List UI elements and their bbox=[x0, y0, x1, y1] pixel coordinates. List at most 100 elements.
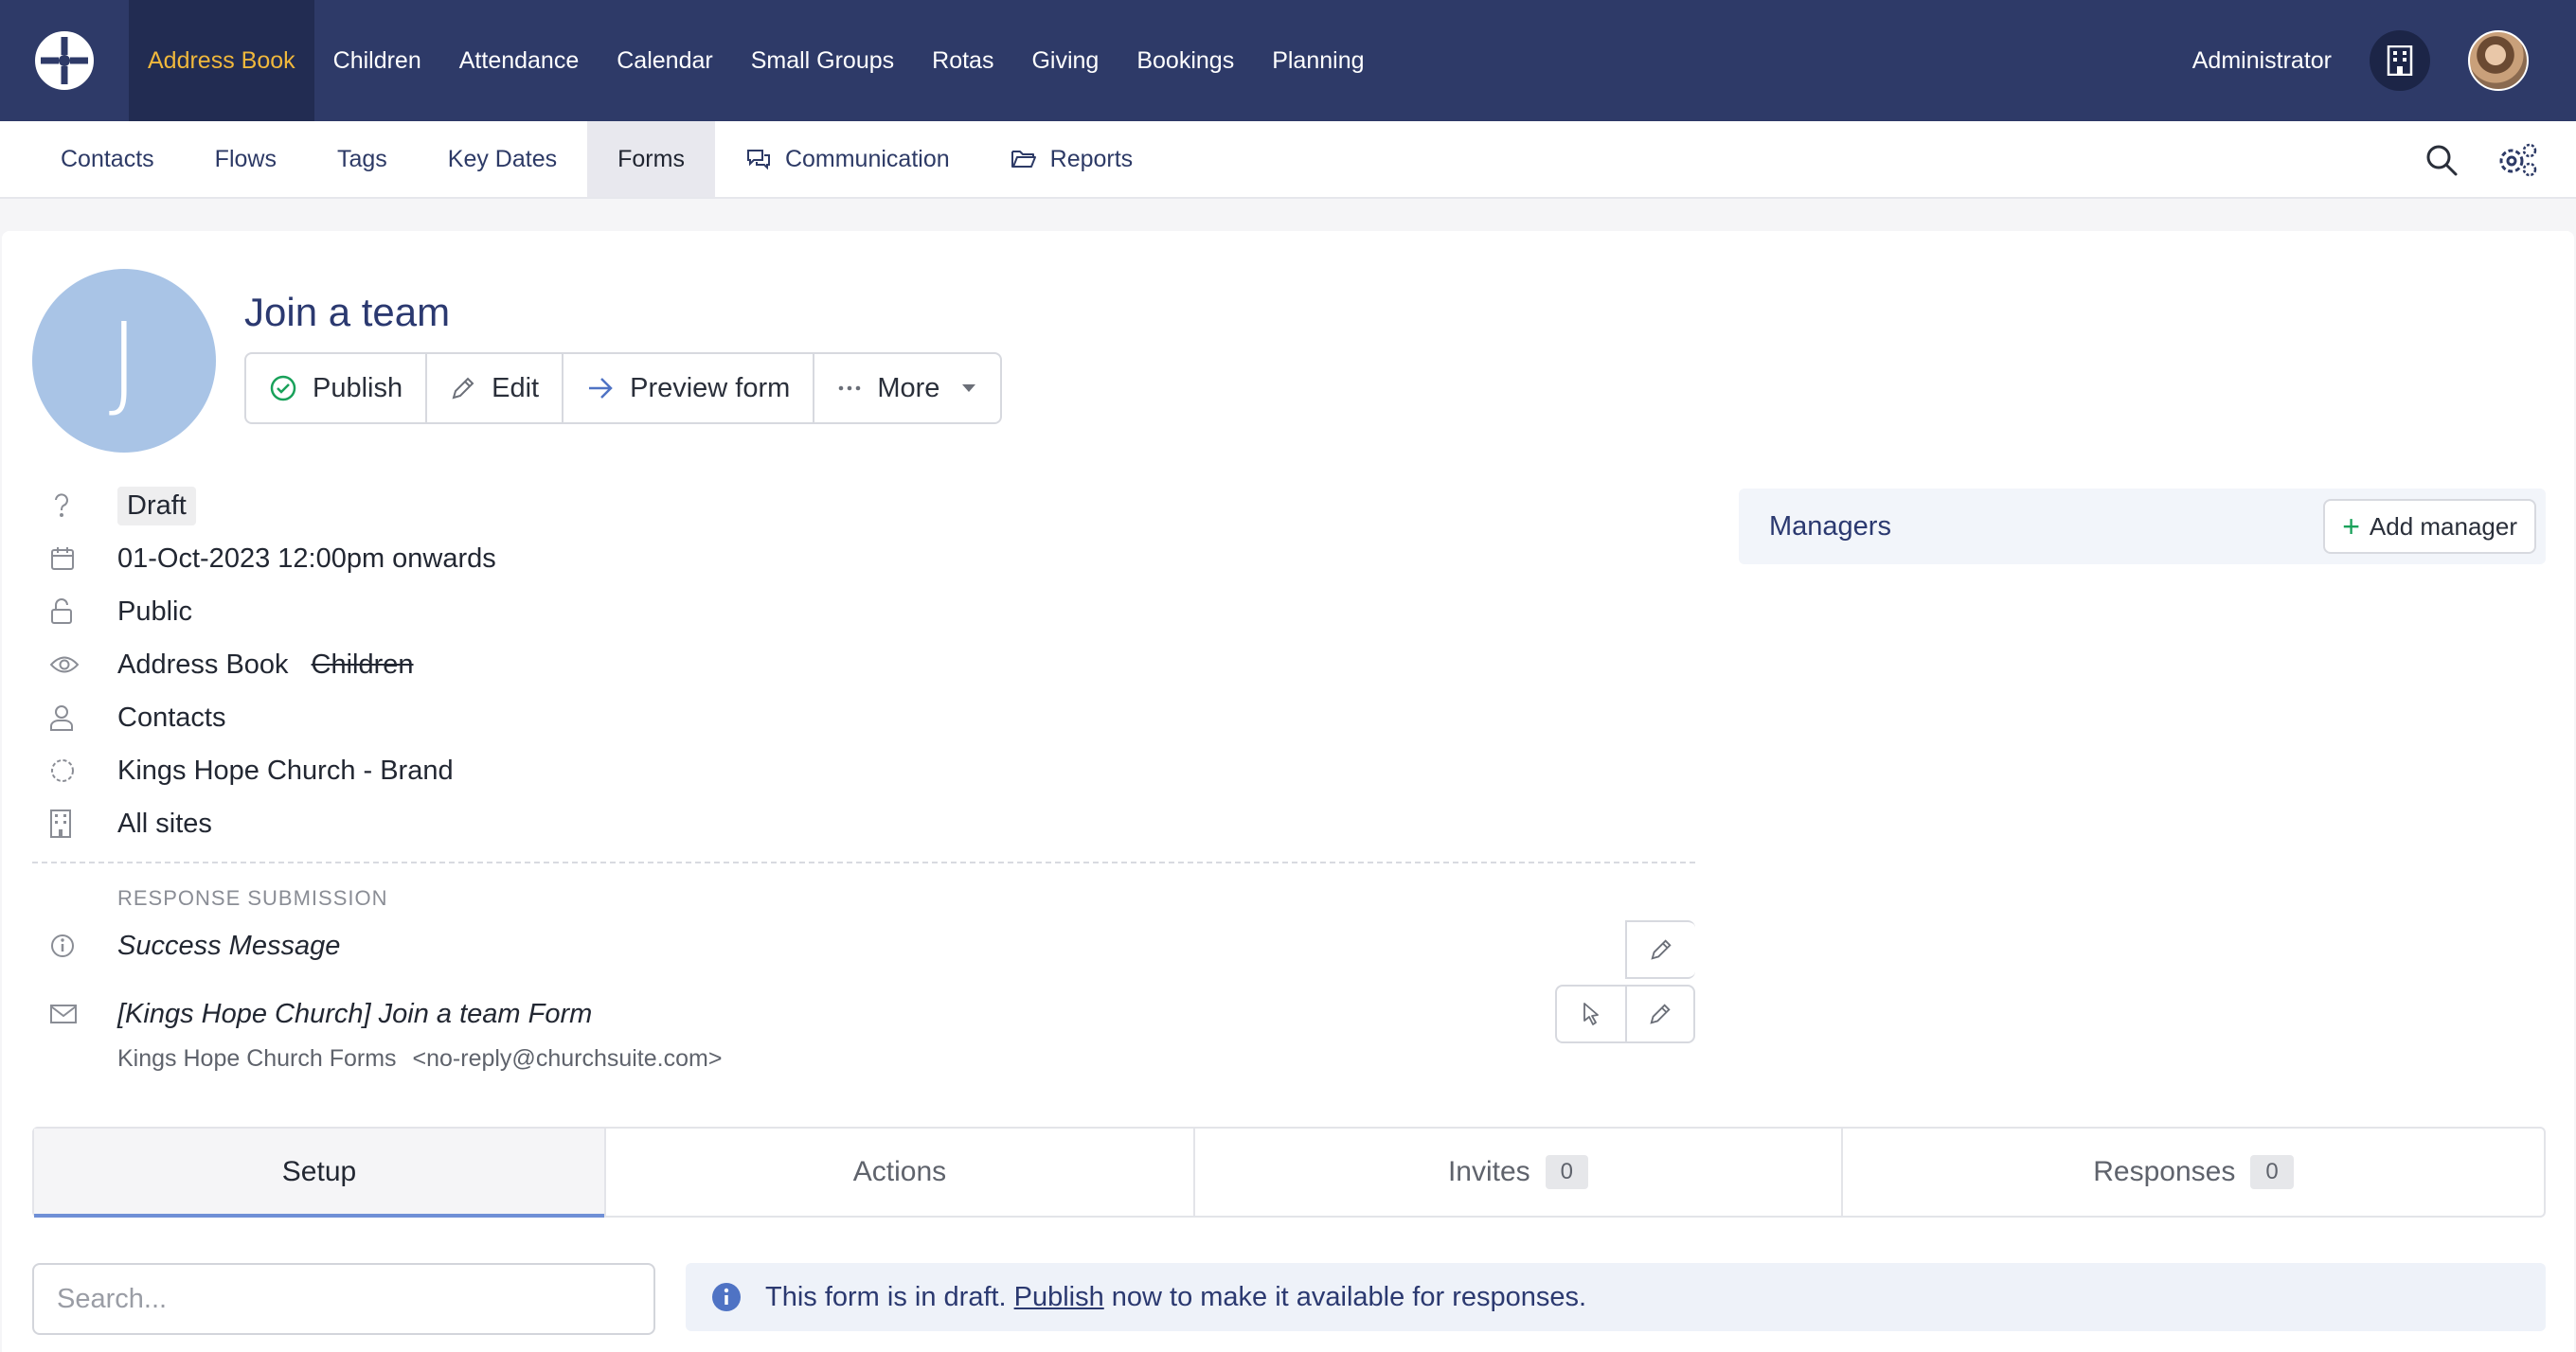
site-switcher-button[interactable] bbox=[2370, 30, 2430, 91]
invites-count-badge: 0 bbox=[1545, 1155, 1589, 1189]
building-icon bbox=[2387, 45, 2413, 76]
subnav-flows[interactable]: Flows bbox=[185, 121, 307, 197]
form-details-list: Draft 01-Oct-2023 12:00pm onwards Public… bbox=[32, 479, 1695, 1073]
nav-address-book[interactable]: Address Book bbox=[129, 0, 314, 121]
email-sender-address: <no-reply@churchsuite.com> bbox=[412, 1045, 723, 1072]
form-avatar: J bbox=[32, 269, 216, 453]
preview-form-button[interactable]: Preview form bbox=[564, 354, 815, 422]
subnav-forms[interactable]: Forms bbox=[587, 121, 715, 197]
brand-suffix: - Brand bbox=[363, 755, 454, 786]
email-sender-name: Kings Hope Church Forms bbox=[117, 1045, 397, 1072]
search-icon[interactable] bbox=[2424, 143, 2459, 177]
banner-publish-link[interactable]: Publish bbox=[1014, 1282, 1104, 1313]
form-audience: Contacts bbox=[117, 702, 226, 733]
form-visibility: Public bbox=[117, 596, 192, 627]
managers-panel: Managers + Add manager bbox=[1739, 489, 2546, 564]
preview-form-button-label: Preview form bbox=[630, 372, 791, 403]
banner-text: This form is in draft. bbox=[765, 1281, 1007, 1312]
success-message-row: Success Message bbox=[32, 915, 1695, 979]
managers-title: Managers bbox=[1769, 510, 1891, 542]
module-children-disabled: Children bbox=[311, 649, 414, 680]
publish-button[interactable]: Publish bbox=[246, 354, 428, 422]
email-row: [Kings Hope Church] Join a team Form bbox=[32, 983, 1695, 1045]
subnav-reports-label: Reports bbox=[1049, 145, 1134, 172]
brand-row: Kings Hope Church - Brand bbox=[32, 744, 1695, 797]
user-avatar[interactable] bbox=[2468, 30, 2529, 91]
email-actions bbox=[1555, 985, 1695, 1043]
success-message-actions bbox=[1625, 920, 1695, 979]
section-divider bbox=[32, 862, 1695, 863]
subnav-contacts[interactable]: Contacts bbox=[30, 121, 185, 197]
info-icon bbox=[51, 934, 74, 957]
success-message-label: Success Message bbox=[117, 930, 341, 961]
form-sites: All sites bbox=[117, 808, 212, 839]
subnav-tags[interactable]: Tags bbox=[307, 121, 418, 197]
more-dropdown-button[interactable]: More bbox=[814, 354, 1000, 422]
tab-responses[interactable]: Responses 0 bbox=[1843, 1129, 2544, 1216]
subnav-communication[interactable]: Communication bbox=[715, 121, 980, 197]
tab-setup-label: Setup bbox=[281, 1156, 357, 1187]
nav-bookings[interactable]: Bookings bbox=[1118, 0, 1253, 121]
search-input[interactable] bbox=[32, 1263, 655, 1335]
nav-small-groups[interactable]: Small Groups bbox=[732, 0, 913, 121]
subnav-reports[interactable]: Reports bbox=[980, 121, 1164, 197]
edit-email-button[interactable] bbox=[1625, 985, 1695, 1043]
brand-name: Kings Hope Church bbox=[117, 755, 356, 786]
add-manager-label: Add manager bbox=[2369, 511, 2517, 541]
ellipsis-icon bbox=[839, 385, 861, 391]
nav-planning[interactable]: Planning bbox=[1253, 0, 1383, 121]
nav-attendance[interactable]: Attendance bbox=[440, 0, 599, 121]
edit-button-label: Edit bbox=[492, 372, 540, 403]
subnav-key-dates[interactable]: Key Dates bbox=[418, 121, 587, 197]
chat-icon bbox=[746, 150, 770, 170]
tab-invites[interactable]: Invites 0 bbox=[1195, 1129, 1843, 1216]
pencil-icon bbox=[1650, 1004, 1671, 1024]
sub-navigation: Contacts Flows Tags Key Dates Forms Comm… bbox=[0, 121, 2576, 199]
status-row: Draft bbox=[32, 479, 1695, 532]
nav-children[interactable]: Children bbox=[314, 0, 440, 121]
check-circle-icon bbox=[270, 375, 296, 401]
form-detail-card: J Join a team Publish Edit Preview form bbox=[2, 231, 2574, 1352]
preview-email-button[interactable] bbox=[1555, 985, 1625, 1043]
folder-icon bbox=[1011, 151, 1036, 168]
building-icon bbox=[50, 809, 71, 838]
audience-row: Contacts bbox=[32, 691, 1695, 744]
info-filled-icon bbox=[712, 1283, 741, 1311]
lock-icon bbox=[51, 598, 72, 624]
logo-icon[interactable] bbox=[0, 0, 129, 121]
form-date: 01-Oct-2023 12:00pm onwards bbox=[117, 543, 496, 574]
pencil-icon bbox=[452, 377, 474, 400]
tab-invites-label: Invites bbox=[1447, 1156, 1530, 1187]
nav-giving[interactable]: Giving bbox=[1012, 0, 1118, 121]
more-button-label: More bbox=[877, 372, 940, 403]
top-navigation: Address Book Children Attendance Calenda… bbox=[0, 0, 2576, 121]
module-address-book[interactable]: Address Book bbox=[117, 649, 289, 681]
plus-icon: + bbox=[2342, 508, 2360, 543]
edit-success-message-button[interactable] bbox=[1625, 920, 1695, 979]
tab-setup[interactable]: Setup bbox=[34, 1129, 606, 1218]
form-action-toolbar: Publish Edit Preview form More bbox=[244, 352, 1003, 424]
tab-responses-label: Responses bbox=[2093, 1156, 2236, 1187]
page-title: Join a team bbox=[244, 290, 451, 334]
modules-row: Address Book Children bbox=[32, 638, 1695, 691]
pointer-icon bbox=[1583, 1003, 1599, 1025]
user-role-label[interactable]: Administrator bbox=[2192, 47, 2332, 75]
eye-icon bbox=[49, 656, 80, 673]
subnav-communication-label: Communication bbox=[784, 145, 950, 172]
visibility-row: Public bbox=[32, 585, 1695, 638]
edit-button[interactable]: Edit bbox=[427, 354, 564, 422]
sites-row: All sites bbox=[32, 797, 1695, 850]
arrow-right-icon bbox=[589, 378, 613, 399]
person-icon bbox=[50, 705, 73, 731]
add-manager-button[interactable]: + Add manager bbox=[2323, 499, 2536, 554]
envelope-icon bbox=[50, 1005, 77, 1023]
date-row: 01-Oct-2023 12:00pm onwards bbox=[32, 532, 1695, 585]
brand-circle-icon bbox=[51, 759, 74, 782]
form-tabs: Setup Actions Invites 0 Responses 0 bbox=[32, 1127, 2546, 1218]
tab-actions[interactable]: Actions bbox=[606, 1129, 1195, 1216]
nav-calendar[interactable]: Calendar bbox=[598, 0, 731, 121]
nav-rotas[interactable]: Rotas bbox=[913, 0, 1012, 121]
draft-info-banner: This form is in draft. Publish now to ma… bbox=[686, 1263, 2546, 1331]
status-badge: Draft bbox=[117, 486, 196, 525]
settings-gears-icon[interactable] bbox=[2496, 142, 2538, 178]
